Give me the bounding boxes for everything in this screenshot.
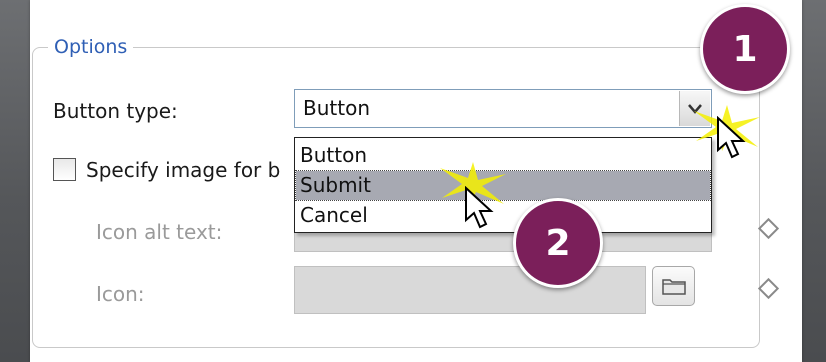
button-type-label: Button type: [53,99,178,123]
specify-image-checkbox[interactable] [53,158,76,181]
icon-label: Icon: [96,282,145,306]
browse-button[interactable] [652,266,695,306]
callout-badge-2: 2 [513,198,603,288]
options-legend: Options [48,34,134,60]
button-type-value: Button [303,96,370,120]
callout-badge-1: 1 [700,4,790,94]
mouse-pointer-icon [465,186,494,229]
specify-image-label: Specify image for b [86,158,281,182]
folder-icon [661,279,686,295]
button-type-select[interactable]: Button [294,89,712,128]
icon-alt-text-label: Icon alt text: [96,220,223,244]
icon-path-field[interactable] [294,266,646,314]
mouse-pointer-icon [717,116,746,159]
